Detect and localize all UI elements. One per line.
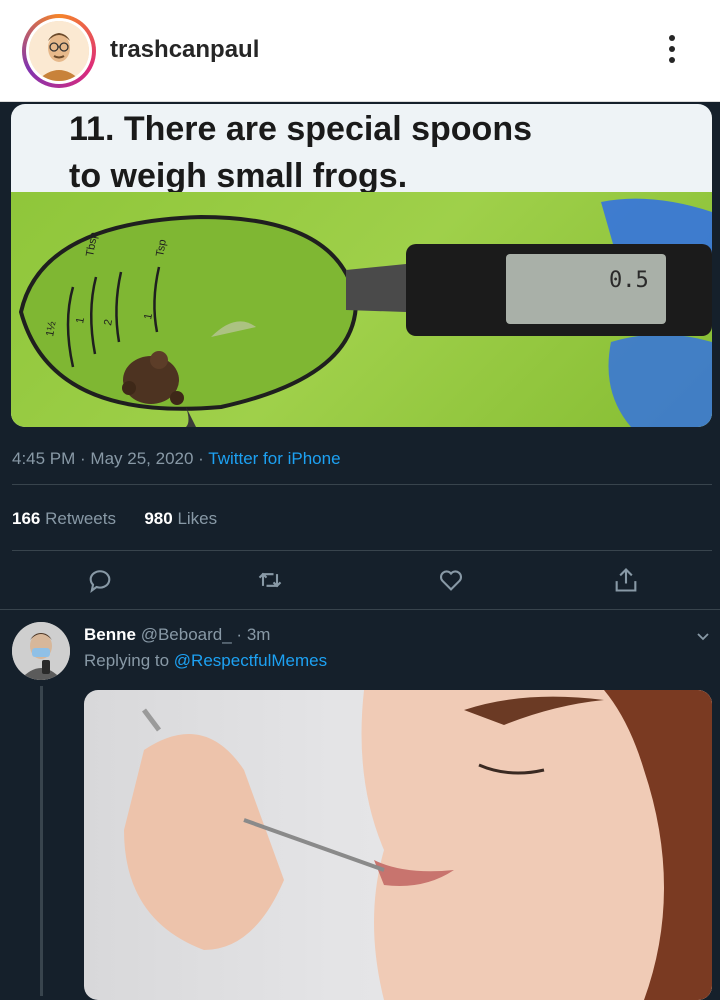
- replying-to-mention[interactable]: @RespectfulMemes: [174, 651, 327, 670]
- reply-handle[interactable]: @Beboard_: [141, 625, 232, 644]
- reply-name[interactable]: Benne: [84, 625, 136, 644]
- retweet-icon[interactable]: [256, 566, 284, 594]
- tweet-image[interactable]: 11. There are special spoons to weigh sm…: [11, 104, 712, 427]
- scale-reading: 0.5: [609, 268, 649, 293]
- retweets-stat[interactable]: 166 Retweets: [12, 509, 116, 528]
- profile-avatar[interactable]: [22, 14, 96, 88]
- reply-icon[interactable]: [86, 566, 114, 594]
- thread-line: [40, 686, 43, 996]
- reply-avatar[interactable]: [12, 622, 70, 680]
- post-header: trashcanpaul: [0, 0, 720, 102]
- cartoon-portrait-icon: [29, 21, 89, 81]
- divider: [0, 609, 720, 610]
- tweet-stats: 166 Retweets 980 Likes: [12, 509, 217, 529]
- replying-to: Replying to @RespectfulMemes: [84, 651, 328, 670]
- reply-author: Benne @Beboard_ · 3m: [84, 625, 271, 644]
- heart-icon[interactable]: [437, 566, 465, 594]
- likes-stat[interactable]: 980 Likes: [144, 509, 217, 528]
- divider: [12, 550, 712, 551]
- chevron-down-icon[interactable]: [694, 627, 712, 645]
- share-icon[interactable]: [612, 566, 640, 594]
- tweet-action-bar: [0, 566, 720, 596]
- image-caption: 11. There are special spoons to weigh sm…: [69, 110, 533, 195]
- tweet-source-link[interactable]: Twitter for iPhone: [208, 449, 340, 468]
- tweet-timestamp: 4:45 PM · May 25, 2020 · Twitter for iPh…: [12, 449, 341, 468]
- frog-spoon-photo: Tbsp Tsp 1½ 1 2 1 0.5: [11, 192, 712, 427]
- username[interactable]: trashcanpaul: [110, 36, 259, 64]
- reply-time: 3m: [246, 625, 271, 644]
- more-vertical-icon[interactable]: [662, 30, 682, 74]
- divider: [12, 484, 712, 485]
- reply-image[interactable]: [84, 690, 712, 1000]
